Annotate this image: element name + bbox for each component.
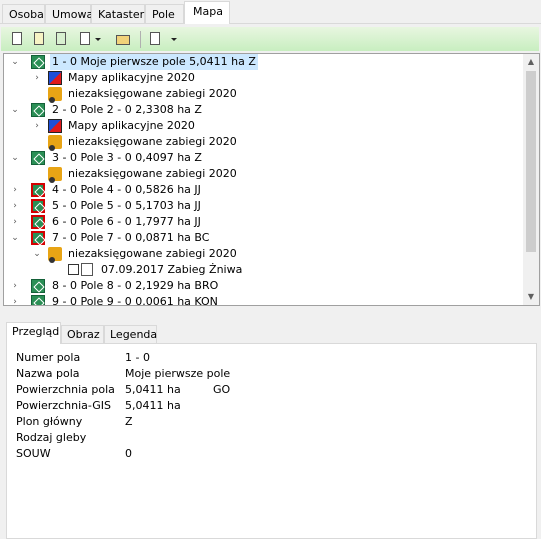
expand-arrow-icon[interactable]: › [10, 198, 20, 214]
detail-label: Nazwa pola [16, 367, 80, 380]
tractor-icon [48, 87, 62, 103]
toolbar [1, 27, 539, 51]
toolbar-separator [140, 31, 141, 48]
expand-arrow-icon[interactable]: › [32, 118, 42, 134]
tractor-icon [48, 247, 62, 263]
collapse-arrow-icon[interactable]: ⌄ [32, 246, 42, 262]
detail-value: 0 [125, 447, 132, 460]
tab-legenda[interactable]: Legenda [104, 325, 157, 344]
field-icon [31, 231, 45, 245]
tab-przeglad[interactable]: Przegląd [6, 322, 61, 344]
collapse-arrow-icon[interactable]: ⌄ [10, 54, 20, 70]
field-icon [31, 279, 45, 293]
detail-label: Powierzchnia pola [16, 383, 115, 396]
detail-extra: GO [213, 383, 231, 396]
detail-value: Moje pierwsze pole [125, 367, 231, 380]
top-tab-bar: Osoba Umowa Kataster Pole Mapa [0, 0, 541, 24]
collapse-arrow-icon[interactable]: ⌄ [10, 102, 20, 118]
expand-arrow-icon[interactable]: › [10, 278, 20, 294]
tractor-icon [48, 135, 62, 151]
tree-scrollbar[interactable]: ▲ ▼ [523, 54, 539, 305]
tab-pole[interactable]: Pole [145, 4, 184, 23]
treatment-doc-icon [81, 263, 93, 276]
scroll-down-icon[interactable]: ▼ [523, 289, 539, 305]
tab-divider [0, 23, 541, 24]
field-icon [31, 183, 45, 197]
field-details-panel: Numer pola 1 - 0 Nazwa pola Moje pierwsz… [6, 343, 537, 539]
scroll-up-icon[interactable]: ▲ [523, 54, 539, 70]
tree-row-field[interactable]: ⌄ 1 - 0 Moje pierwsze pole 5,0411 ha Z [4, 54, 522, 70]
scroll-thumb[interactable] [526, 71, 536, 252]
tab-kataster[interactable]: Kataster [91, 4, 145, 23]
field-icon [31, 199, 45, 213]
detail-label: SOUW [16, 447, 51, 460]
detail-value: 5,0411 ha [125, 399, 181, 412]
blank-document-icon[interactable] [147, 31, 177, 47]
field-icon [31, 295, 45, 305]
field-icon [31, 151, 45, 165]
tab-obraz[interactable]: Obraz [61, 325, 104, 344]
detail-label: Rodzaj gleby [16, 431, 87, 444]
field-icon [31, 215, 45, 229]
excel-document-icon[interactable] [53, 31, 69, 47]
collapse-arrow-icon[interactable]: ⌄ [10, 150, 20, 166]
document-list-icon[interactable] [31, 31, 47, 47]
map-icon [48, 119, 62, 133]
detail-value: 1 - 0 [125, 351, 150, 364]
expand-arrow-icon[interactable]: › [32, 70, 42, 86]
treatment-checkbox[interactable] [68, 264, 79, 275]
panel-splitter[interactable] [0, 308, 541, 312]
tractor-icon [48, 167, 62, 183]
expand-arrow-icon[interactable]: › [10, 294, 20, 305]
folder-export-icon[interactable] [115, 31, 131, 47]
detail-label: Numer pola [16, 351, 81, 364]
field-icon [31, 55, 45, 69]
detail-value: 5,0411 ha [125, 383, 181, 396]
field-icon [31, 103, 45, 117]
detail-label: Powierzchnia-GIS [16, 399, 111, 412]
expand-arrow-icon[interactable]: › [10, 182, 20, 198]
tab-umowa[interactable]: Umowa [45, 4, 93, 23]
tab-osoba[interactable]: Osoba [2, 4, 45, 23]
map-icon [48, 71, 62, 85]
new-document-icon[interactable] [9, 31, 25, 47]
collapse-arrow-icon[interactable]: ⌄ [10, 230, 20, 246]
expand-arrow-icon[interactable]: › [10, 214, 20, 230]
field-tree[interactable]: ⌄ 1 - 0 Moje pierwsze pole 5,0411 ha Z ›… [3, 53, 540, 306]
detail-value: Z [125, 415, 133, 428]
document-options-icon[interactable] [77, 31, 103, 47]
detail-label: Plon główny [16, 415, 83, 428]
tab-mapa[interactable]: Mapa [184, 1, 230, 24]
